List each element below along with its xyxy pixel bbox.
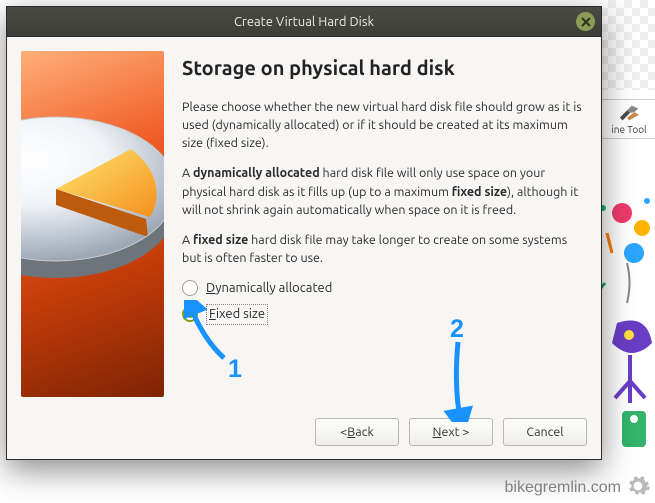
dialog-content: Storage on physical hard disk Please cho… <box>182 51 585 397</box>
radio-dynamically-allocated[interactable]: Dynamically allocated <box>182 279 585 298</box>
gear-icon <box>625 473 651 499</box>
close-icon <box>581 17 591 27</box>
radio-icon-unchecked <box>182 280 198 296</box>
dialog-title: Create Virtual Hard Disk <box>234 15 374 29</box>
hammer-icon <box>618 104 640 122</box>
paragraph-dynamic: A dynamically allocated hard disk file w… <box>182 164 585 218</box>
close-button[interactable] <box>576 12 595 31</box>
radio-label: Fixed size <box>206 304 268 325</box>
annotation-number-2: 2 <box>450 315 464 344</box>
intro-paragraph: Please choose whether the new virtual ha… <box>182 98 585 152</box>
dialog-titlebar[interactable]: Create Virtual Hard Disk <box>7 7 601 37</box>
dialog-body: Storage on physical hard disk Please cho… <box>7 37 601 409</box>
annotation-number-1: 1 <box>228 355 242 384</box>
back-button[interactable]: < Back <box>315 418 399 446</box>
cancel-button[interactable]: Cancel <box>503 418 587 446</box>
background-checker <box>600 0 655 90</box>
watermark-text: bikegremlin.com <box>505 479 621 497</box>
confetti-sidebar-art <box>597 193 655 463</box>
hero-image <box>21 51 164 397</box>
page-heading: Storage on physical hard disk <box>182 53 585 82</box>
toolbar-button-label: ine Tool <box>611 124 646 135</box>
disk-icon <box>21 71 164 331</box>
create-vhd-dialog: Create Virtual Hard Disk <box>6 6 602 460</box>
radio-icon-checked <box>182 306 198 322</box>
radio-fixed-size[interactable]: Fixed size <box>182 304 585 325</box>
toolbar-button-ine-tool[interactable]: ine Tool <box>601 99 655 139</box>
next-button[interactable]: Next > <box>409 418 493 446</box>
radio-label: Dynamically allocated <box>206 279 332 298</box>
dialog-footer: < Back Next > Cancel <box>7 409 601 459</box>
paragraph-fixed: A fixed size hard disk file may take lon… <box>182 231 585 267</box>
